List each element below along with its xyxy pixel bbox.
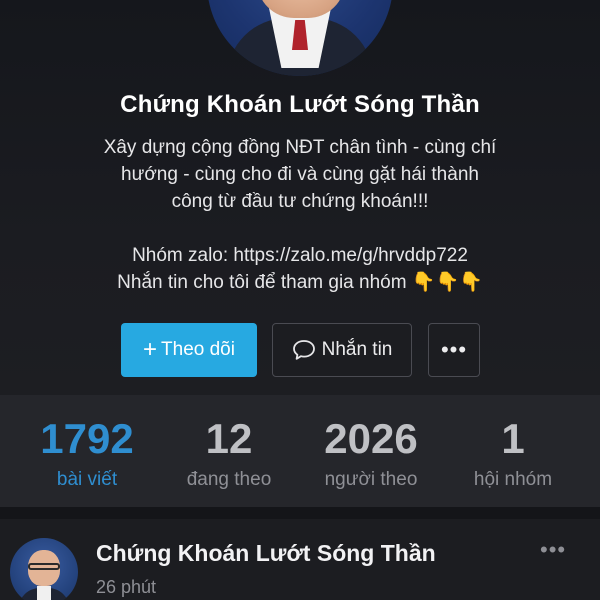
more-options-button[interactable]: •••: [428, 323, 480, 377]
follow-button[interactable]: + Theo dõi: [121, 323, 257, 377]
stat-groups[interactable]: 1 hội nhóm: [438, 413, 588, 491]
stat-followers[interactable]: 2026 người theo: [296, 413, 446, 491]
stat-label: người theo: [324, 469, 418, 490]
avatar-shirt: [37, 586, 51, 600]
profile-avatar[interactable]: [207, 0, 393, 76]
stat-value: 1792: [40, 415, 134, 462]
profile-stats: 1792 bài viết 12 đang theo 2026 người th…: [0, 395, 600, 507]
profile-name: Chứng Khoán Lướt Sóng Thần: [120, 91, 480, 118]
bio-line: Xây dựng cộng đồng NĐT chân tình - cùng …: [103, 137, 497, 158]
message-button[interactable]: Nhắn tin: [272, 323, 412, 377]
pointing-down-icon: 👇👇👇: [411, 272, 483, 293]
zalo-link[interactable]: Nhóm zalo: https://zalo.me/g/hrvddp722: [40, 242, 560, 269]
post-item[interactable]: Chứng Khoán Lướt Sóng Thần 26 phút •••: [0, 519, 600, 600]
post-author-name[interactable]: Chứng Khoán Lướt Sóng Thần: [96, 540, 436, 567]
post-timestamp: 26 phút: [96, 577, 157, 597]
stat-value: 12: [205, 415, 253, 462]
plus-icon: +: [143, 336, 158, 363]
stat-posts[interactable]: 1792 bài viết: [12, 413, 162, 491]
invite-text: Nhắn tin cho tôi để tham gia nhóm: [117, 272, 407, 293]
more-dots-icon: •••: [440, 337, 468, 362]
avatar-glasses: [28, 563, 60, 570]
follow-label: Theo dõi: [161, 339, 235, 360]
profile-header: Chứng Khoán Lướt Sóng Thần Xây dựng cộng…: [0, 0, 600, 395]
stat-label: hội nhóm: [473, 469, 553, 490]
post-more-icon[interactable]: •••: [540, 537, 566, 563]
section-divider: [0, 507, 600, 519]
bio-line: hướng - cùng cho đi và cùng gặt hái thàn…: [121, 164, 479, 185]
profile-page: Chứng Khoán Lướt Sóng Thần Xây dựng cộng…: [0, 0, 600, 600]
profile-actions: + Theo dõi Nhắn tin •••: [0, 323, 600, 379]
post-author-avatar[interactable]: [10, 538, 78, 600]
invite-line: Nhắn tin cho tôi để tham gia nhóm 👇👇👇: [40, 269, 560, 296]
bio-line: công từ đầu tư chứng khoán!!!: [171, 191, 429, 212]
stat-label: đang theo: [186, 469, 272, 490]
avatar-face: [257, 0, 345, 18]
stat-label: bài viết: [56, 469, 118, 490]
profile-bio: Xây dựng cộng đồng NĐT chân tình - cùng …: [40, 134, 560, 296]
stat-value: 2026: [324, 415, 418, 462]
chat-bubble-icon: [292, 340, 315, 360]
message-label: Nhắn tin: [321, 339, 393, 360]
stat-following[interactable]: 12 đang theo: [154, 413, 304, 491]
stat-value: 1: [501, 415, 525, 462]
